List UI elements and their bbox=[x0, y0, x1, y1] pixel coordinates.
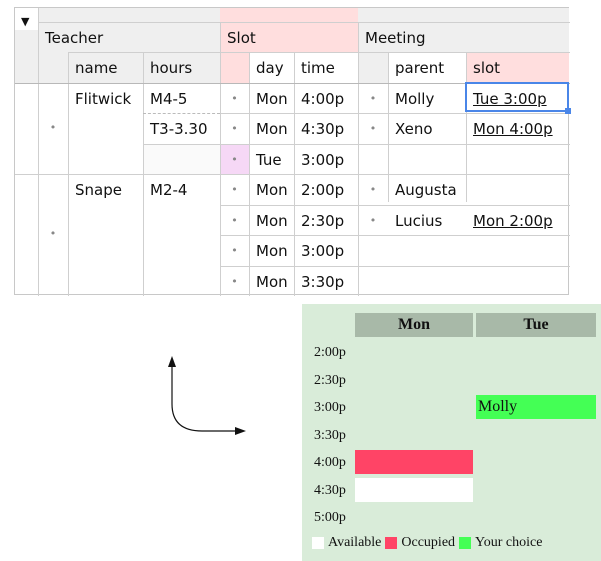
meeting-row-bullet: • bbox=[369, 92, 377, 105]
slot-time-cell[interactable]: 3:00p bbox=[294, 144, 358, 174]
hours-cell[interactable]: T3-3.30 bbox=[143, 113, 220, 143]
time-column-header[interactable]: time bbox=[294, 52, 358, 82]
slot-header: Slot bbox=[227, 29, 256, 47]
slot-day-cell[interactable]: Tue bbox=[249, 144, 294, 174]
calendar-legend: Available Occupied Your choice bbox=[312, 535, 542, 551]
slot-row-bullet: • bbox=[231, 244, 238, 257]
calendar-time-label: 4:30p bbox=[314, 482, 346, 498]
spreadsheet-grid: ▼ Teacher name hours Slot day time Meeti… bbox=[14, 7, 571, 296]
meeting-row-bullet: • bbox=[369, 122, 377, 135]
slot-day-cell[interactable]: Mon bbox=[249, 235, 294, 265]
hours-cell[interactable]: M2-4 bbox=[143, 174, 220, 204]
meeting-row-bullet: • bbox=[369, 183, 377, 196]
calendar-time-label: 2:00p bbox=[314, 345, 346, 360]
slot-day-cell[interactable]: Mon bbox=[249, 174, 294, 204]
slot-row-bullet: • bbox=[231, 214, 238, 227]
meeting-slot-link[interactable]: Mon 2:00p bbox=[466, 205, 569, 235]
teacher-header: Teacher bbox=[45, 29, 104, 47]
collapse-toggle-icon[interactable]: ▼ bbox=[15, 8, 38, 30]
teacher-name-cell[interactable]: Flitwick bbox=[68, 83, 143, 113]
available-swatch bbox=[312, 537, 324, 549]
slot-time-cell[interactable]: 2:30p bbox=[294, 205, 358, 235]
calendar-time-label: 2:30p bbox=[314, 372, 346, 388]
legend-choice: Your choice bbox=[475, 535, 543, 550]
slot-row-bullet: • bbox=[231, 275, 238, 288]
curved-arrow-icon bbox=[168, 356, 246, 435]
teacher-name-cell[interactable]: Snape bbox=[68, 174, 143, 204]
meeting-header: Meeting bbox=[365, 29, 426, 47]
teacher-row-bullet: • bbox=[49, 121, 57, 134]
slot-row-bullet: • bbox=[231, 92, 238, 105]
hours-column-header[interactable]: hours bbox=[143, 52, 220, 82]
calendar-widget: Mon Tue 2:00p 2:30p 3:00p 3:30p 4:00p 4:30p 5:… bbox=[302, 304, 601, 561]
slot-time-cell[interactable]: 3:00p bbox=[294, 235, 358, 265]
slot-time-cell[interactable]: 2:00p bbox=[294, 174, 358, 204]
row-gutter-header bbox=[15, 30, 38, 83]
calendar-day-header: Mon bbox=[355, 313, 473, 337]
teacher-row-bullet: • bbox=[49, 227, 57, 240]
slot-time-cell[interactable]: 3:30p bbox=[294, 266, 358, 296]
choice-swatch bbox=[459, 537, 472, 549]
meeting-parent-cell[interactable]: Lucius bbox=[388, 205, 466, 235]
occupied-swatch bbox=[385, 537, 398, 549]
calendar-day-header: Tue bbox=[476, 313, 596, 337]
calendar-slot-choice[interactable]: Molly bbox=[476, 395, 596, 419]
calendar-time-label: 4:00p bbox=[314, 455, 346, 470]
cell-selection-outline bbox=[465, 82, 569, 112]
meeting-parent-cell[interactable]: Xeno bbox=[388, 113, 466, 143]
meeting-parent-cell[interactable]: Augusta bbox=[388, 174, 466, 204]
slot-row-bullet: • bbox=[231, 122, 238, 135]
parent-column-header[interactable]: parent bbox=[388, 52, 466, 82]
calendar-slot-occupied[interactable] bbox=[355, 450, 473, 474]
calendar-time-label: 3:00p bbox=[314, 400, 346, 415]
meeting-slot-link[interactable]: Mon 4:00p bbox=[466, 113, 569, 143]
legend-occupied: Occupied bbox=[401, 535, 456, 550]
meeting-slot-link[interactable] bbox=[466, 174, 569, 204]
slot-row-bullet: • bbox=[231, 153, 238, 166]
day-column-header[interactable]: day bbox=[249, 52, 294, 82]
legend-available: Available bbox=[328, 535, 382, 550]
calendar-time-label: 3:30p bbox=[314, 427, 346, 443]
name-column-header[interactable]: name bbox=[68, 52, 143, 82]
slot-time-cell[interactable]: 4:30p bbox=[294, 113, 358, 143]
slot-time-cell[interactable]: 4:00p bbox=[294, 83, 358, 113]
slot-day-cell[interactable]: Mon bbox=[249, 266, 294, 296]
slot-day-cell[interactable]: Mon bbox=[249, 205, 294, 235]
fill-handle[interactable] bbox=[565, 108, 571, 114]
meeting-slot-column-header[interactable]: slot bbox=[466, 52, 569, 82]
slot-row-bullet: • bbox=[231, 183, 238, 196]
slot-day-cell[interactable]: Mon bbox=[249, 113, 294, 143]
hours-cell[interactable]: M4-5 bbox=[143, 83, 220, 113]
calendar-slot-available[interactable] bbox=[355, 477, 473, 502]
meeting-parent-cell[interactable]: Molly bbox=[388, 83, 466, 113]
meeting-row-bullet: • bbox=[369, 214, 377, 227]
calendar-time-label: 5:00p bbox=[314, 510, 346, 525]
slot-day-cell[interactable]: Mon bbox=[249, 83, 294, 113]
